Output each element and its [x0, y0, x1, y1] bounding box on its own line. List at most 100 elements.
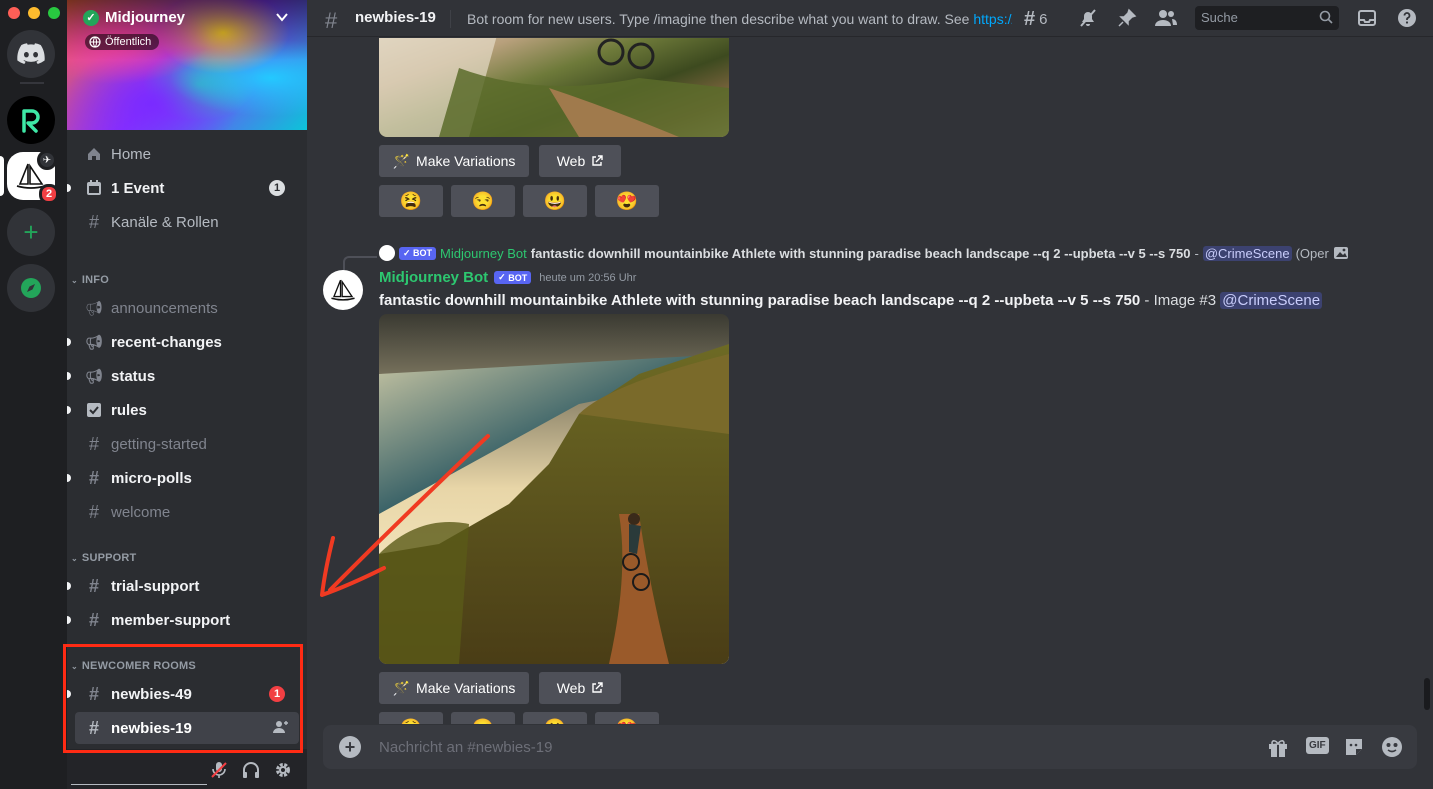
server-midjourney[interactable]: ✈ 2: [7, 150, 59, 204]
channel-rules[interactable]: rules: [67, 394, 299, 426]
magic-wand-icon: 🪄: [392, 679, 411, 696]
web-link-button[interactable]: Web: [539, 145, 621, 177]
chevron-down-icon[interactable]: [275, 10, 289, 24]
discord-home-button[interactable]: [7, 30, 55, 78]
reaction-button[interactable]: 😃: [523, 712, 587, 724]
settings-icon[interactable]: [274, 761, 292, 779]
channel-status[interactable]: 📢︎ status: [67, 360, 299, 392]
public-badge: Öffentlich: [85, 34, 160, 50]
sidebar-item-events[interactable]: 1 Event 1: [67, 172, 299, 204]
message-input[interactable]: Nachricht an #newbies-19: [379, 739, 552, 756]
scrollbar[interactable]: [1424, 678, 1430, 710]
server-banner: ✓ Midjourney Öffentlich: [67, 0, 307, 130]
verified-icon: ✓: [83, 9, 99, 26]
threads-icon: #: [1024, 8, 1036, 30]
reaction-button[interactable]: 😍: [595, 712, 659, 724]
web-link-button[interactable]: Web: [539, 672, 621, 704]
highlight-annotation-box: [63, 644, 303, 753]
message-timestamp: heute um 20:56 Uhr: [539, 271, 637, 284]
emoji-icon[interactable]: [1381, 736, 1403, 758]
chevron-down-icon: ⌄: [71, 275, 78, 285]
generated-image-previous[interactable]: [379, 38, 729, 137]
pin-icon[interactable]: [1117, 8, 1137, 28]
reaction-button[interactable]: 😍: [595, 185, 659, 217]
hash-icon: #: [88, 609, 99, 630]
reply-avatar: [379, 245, 395, 261]
reaction-button[interactable]: 😫: [379, 185, 443, 217]
threads-icon: #: [325, 8, 338, 33]
magic-wand-icon: 🪄: [392, 152, 411, 169]
channel-announcements[interactable]: 📢︎ announcements: [75, 292, 299, 324]
chat-area: # newbies-19 Bot room for new users. Typ…: [307, 0, 1433, 789]
sidebar-item-channels-roles[interactable]: # Kanäle & Rollen: [75, 206, 299, 238]
channel-title: newbies-19: [355, 9, 436, 26]
add-attachment-icon[interactable]: +: [339, 736, 361, 758]
message-list: 🪄 Make Variations Web 😫 😒 😃 😍 ✓ BOT Midj…: [307, 38, 1433, 724]
calendar-icon: [85, 180, 103, 196]
channel-micro-polls[interactable]: # micro-polls: [67, 462, 299, 494]
explore-servers-button[interactable]: [7, 264, 55, 312]
message-composer[interactable]: + Nachricht an #newbies-19 GIF: [323, 725, 1417, 769]
reply-connector: [343, 256, 377, 270]
server-name: Midjourney: [105, 9, 186, 26]
make-variations-button[interactable]: 🪄 Make Variations: [379, 145, 529, 177]
avatar[interactable]: [323, 270, 363, 310]
topic-link[interactable]: https://...: [973, 11, 1012, 27]
discord-icon: [17, 43, 45, 64]
make-variations-button[interactable]: 🪄 Make Variations: [379, 672, 529, 704]
generated-image[interactable]: [379, 314, 729, 664]
channel-recent-changes[interactable]: 📢︎ recent-changes: [67, 326, 299, 358]
reaction-button[interactable]: 😃: [523, 185, 587, 217]
members-icon[interactable]: [1155, 8, 1177, 28]
channel-trial-support[interactable]: # trial-support: [67, 570, 299, 602]
user-mention[interactable]: @CrimeScene: [1220, 292, 1323, 309]
reply-preview[interactable]: ✓ BOT Midjourney Bot fantastic downhill …: [379, 245, 1349, 261]
bot-badge: ✓ BOT: [494, 271, 532, 284]
maximize-window-button[interactable]: [48, 7, 60, 19]
hash-icon: #: [88, 433, 99, 454]
message-author[interactable]: Midjourney Bot: [379, 269, 488, 286]
midjourney-logo-icon: [331, 279, 355, 301]
rail-divider: [20, 82, 44, 84]
server-mention-badge: 2: [39, 184, 59, 204]
external-link-icon: [592, 155, 603, 166]
discord-app: ✈ 2 + ✓ Midjourney Öffentlich Home 1 Eve…: [0, 0, 1433, 789]
mic-muted-icon[interactable]: [210, 761, 228, 779]
threads-button[interactable]: # 6: [1024, 8, 1047, 31]
close-window-button[interactable]: [8, 7, 20, 19]
channel-topic[interactable]: Bot room for new users. Type /imagine th…: [467, 11, 1012, 27]
mute-icon[interactable]: [1078, 8, 1098, 28]
sticker-icon[interactable]: [1343, 736, 1365, 758]
image-icon: [1333, 247, 1348, 259]
channel-welcome[interactable]: # welcome: [75, 496, 299, 528]
event-count-badge: 1: [269, 180, 285, 196]
boost-icon: ✈: [37, 150, 57, 170]
bot-badge: ✓ BOT: [399, 246, 437, 260]
user-mention[interactable]: @CrimeScene: [1202, 245, 1292, 261]
help-icon[interactable]: [1397, 8, 1417, 28]
external-link-icon: [592, 682, 603, 693]
search-input[interactable]: Suche: [1195, 6, 1339, 30]
server-header[interactable]: ✓ Midjourney: [83, 9, 185, 26]
sidebar-item-home[interactable]: Home: [75, 138, 299, 170]
minimize-window-button[interactable]: [28, 7, 40, 19]
server-rail: ✈ 2 +: [0, 0, 67, 789]
hash-icon: #: [88, 575, 99, 596]
reaction-button[interactable]: 😒: [451, 185, 515, 217]
inbox-icon[interactable]: [1357, 8, 1377, 28]
megaphone-icon: 📢︎: [85, 367, 103, 384]
reaction-button[interactable]: 😒: [451, 712, 515, 724]
add-server-button[interactable]: +: [7, 208, 55, 256]
gift-icon[interactable]: [1267, 736, 1289, 758]
category-support[interactable]: ⌄ SUPPORT: [71, 552, 136, 564]
headphones-icon[interactable]: [242, 761, 260, 779]
channel-getting-started[interactable]: # getting-started: [75, 428, 299, 460]
server-r-app[interactable]: [7, 96, 55, 144]
active-server-pill: [0, 156, 4, 196]
megaphone-icon: 📢︎: [85, 299, 103, 316]
gif-button[interactable]: GIF: [1306, 737, 1329, 754]
channel-member-support[interactable]: # member-support: [67, 604, 299, 636]
category-info[interactable]: ⌄ INFO: [71, 274, 109, 286]
reaction-button[interactable]: 😫: [379, 712, 443, 724]
checkbox-icon: [85, 402, 103, 418]
